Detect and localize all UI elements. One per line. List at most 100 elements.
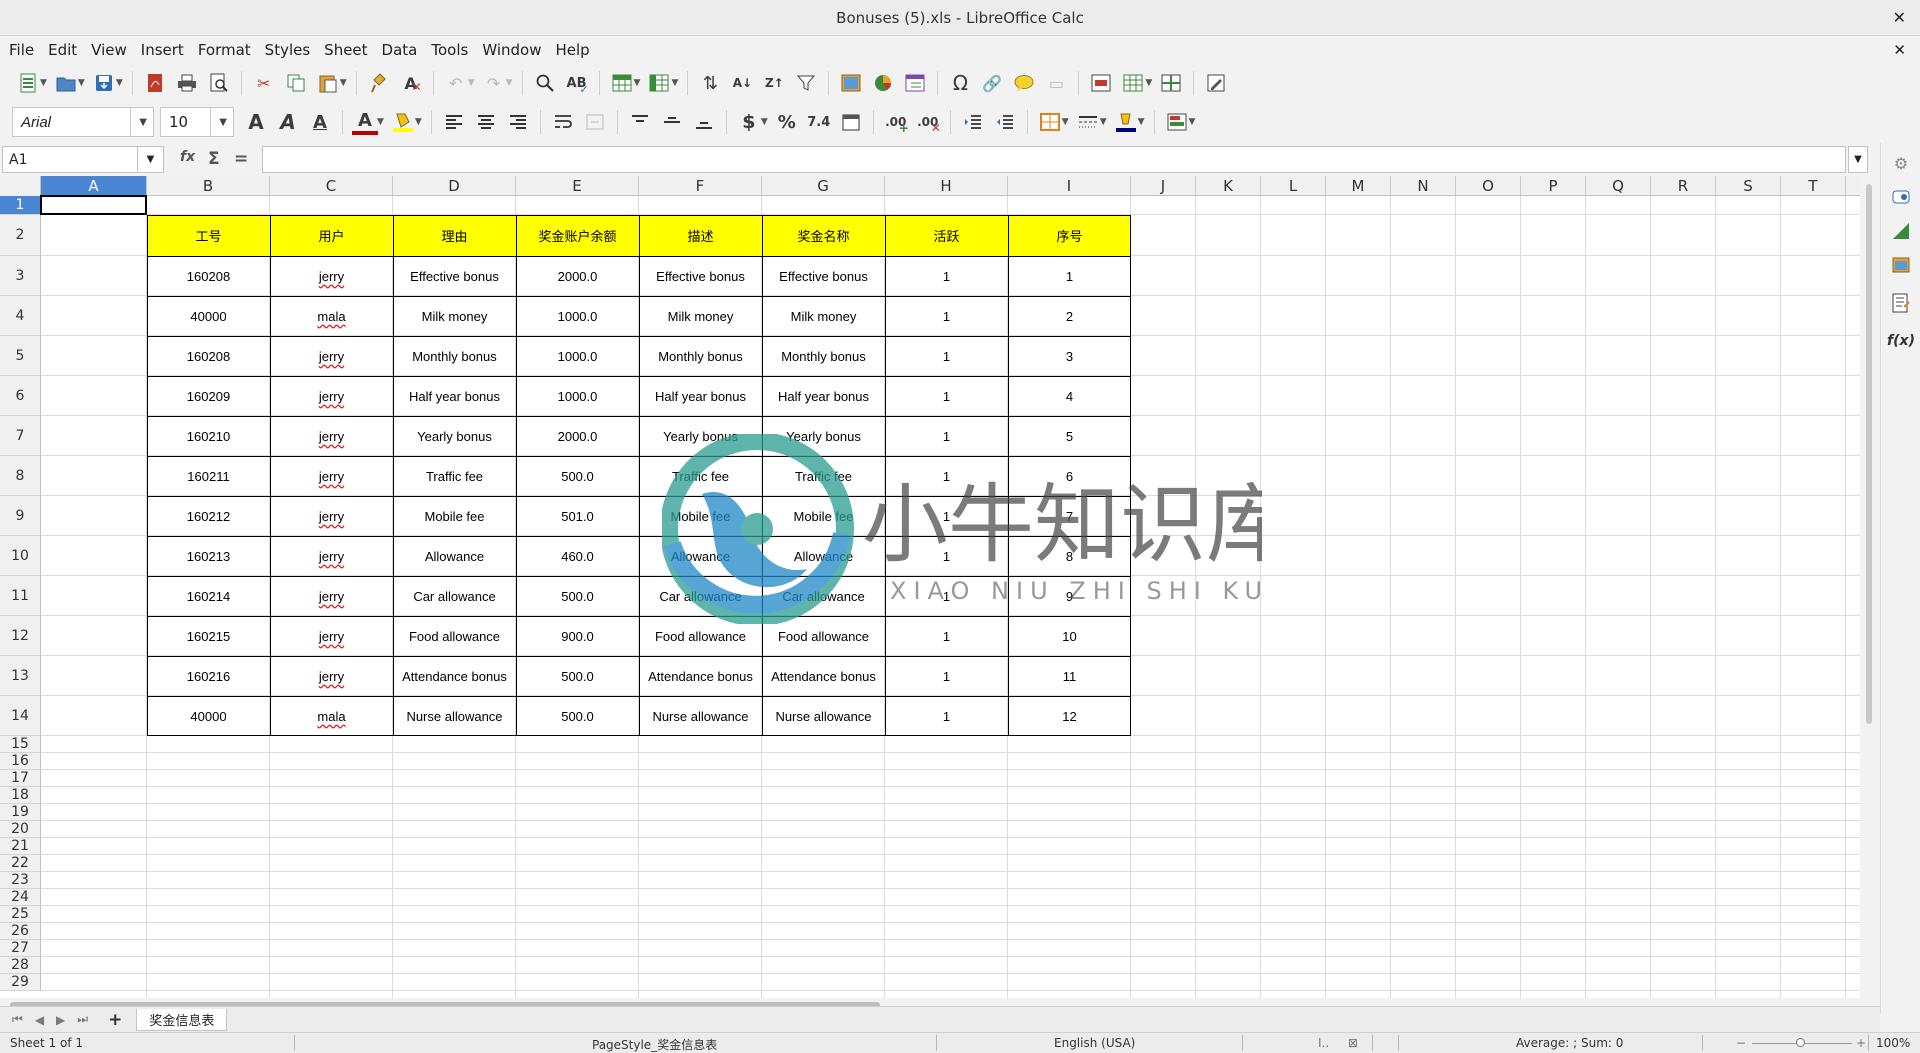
table-cell[interactable]: 500.0 [516, 576, 639, 616]
table-cell[interactable]: Attendance bonus [393, 656, 516, 696]
chevron-down-icon[interactable]: ▼ [1138, 117, 1145, 127]
column-header-c[interactable]: C [270, 176, 393, 196]
row-header-11[interactable]: 11 [0, 576, 41, 616]
table-cell[interactable]: Milk money [639, 296, 762, 336]
table-cell[interactable]: Yearly bonus [762, 416, 885, 456]
table-cell[interactable]: Traffic fee [393, 456, 516, 496]
table-cell[interactable]: Milk money [762, 296, 885, 336]
table-cell[interactable]: 11 [1008, 656, 1131, 696]
table-cell[interactable]: Monthly bonus [393, 336, 516, 376]
align-right-icon[interactable] [505, 109, 531, 135]
table-cell[interactable]: Nurse allowance [762, 696, 885, 736]
table-cell[interactable]: Food allowance [762, 616, 885, 656]
zoom-out-icon[interactable]: − [1736, 1036, 1746, 1050]
table-cell[interactable]: Allowance [762, 536, 885, 576]
row-header-22[interactable]: 22 [0, 855, 41, 872]
table-cell[interactable]: Car allowance [639, 576, 762, 616]
zoom-level[interactable]: 100% [1876, 1036, 1910, 1050]
chevron-down-icon[interactable]: ▼ [210, 108, 227, 136]
table-cell[interactable]: jerry [270, 536, 393, 576]
table-header-cell[interactable]: 工号 [147, 215, 270, 256]
table-cell[interactable]: 500.0 [516, 696, 639, 736]
chevron-down-icon[interactable]: ▼ [78, 78, 85, 88]
selected-cell-a1[interactable] [40, 195, 147, 215]
special-character-icon[interactable]: Ω [947, 70, 973, 96]
row-header-1[interactable]: 1 [0, 196, 41, 215]
chevron-down-icon[interactable]: ▼ [506, 78, 513, 88]
chevron-down-icon[interactable]: ▼ [137, 147, 163, 172]
align-bottom-icon[interactable] [691, 109, 717, 135]
row-header-6[interactable]: 6 [0, 376, 41, 416]
conditional-format-icon[interactable] [1164, 109, 1190, 135]
freeze-rows-columns-icon[interactable] [1120, 70, 1146, 96]
border-style-icon[interactable] [1075, 109, 1101, 135]
row-header-24[interactable]: 24 [0, 889, 41, 906]
table-cell[interactable]: Yearly bonus [393, 416, 516, 456]
column-header-q[interactable]: Q [1586, 176, 1651, 196]
find-replace-icon[interactable] [532, 70, 558, 96]
row-header-29[interactable]: 29 [0, 974, 41, 991]
add-sheet-icon[interactable]: + [108, 1010, 122, 1030]
column-icon[interactable] [646, 70, 672, 96]
table-cell[interactable]: 460.0 [516, 536, 639, 576]
autofilter-icon[interactable] [793, 70, 819, 96]
row-header-15[interactable]: 15 [0, 736, 41, 753]
date-format-icon[interactable] [838, 109, 864, 135]
table-cell[interactable]: Nurse allowance [639, 696, 762, 736]
table-cell[interactable]: 2000.0 [516, 416, 639, 456]
table-cell[interactable]: 1 [885, 616, 1008, 656]
name-box[interactable]: A1 ▼ [2, 146, 164, 173]
table-cell[interactable]: 1 [885, 696, 1008, 736]
sidebar-gallery-icon[interactable] [1889, 253, 1913, 277]
percent-format-icon[interactable]: % [774, 109, 800, 135]
chevron-down-icon[interactable]: ▼ [671, 78, 678, 88]
table-cell[interactable]: 12 [1008, 696, 1131, 736]
sheet-tab[interactable]: 奖金信息表 [136, 1008, 228, 1031]
table-cell[interactable]: Milk money [393, 296, 516, 336]
merge-center-icon[interactable] [582, 109, 608, 135]
table-cell[interactable]: 9 [1008, 576, 1131, 616]
row-header-14[interactable]: 14 [0, 696, 41, 736]
row-header-17[interactable]: 17 [0, 770, 41, 787]
show-draw-functions-icon[interactable] [1203, 70, 1229, 96]
font-name-combo[interactable]: Arial ▼ [12, 107, 154, 137]
row-header-10[interactable]: 10 [0, 536, 41, 576]
column-header-t[interactable]: T [1781, 176, 1846, 196]
column-header-h[interactable]: H [885, 176, 1008, 196]
insert-chart-icon[interactable] [870, 70, 896, 96]
currency-format-icon[interactable]: $ [736, 109, 762, 135]
table-cell[interactable]: Attendance bonus [639, 656, 762, 696]
column-header-j[interactable]: J [1131, 176, 1196, 196]
sum-icon[interactable]: Σ [208, 149, 220, 169]
table-cell[interactable]: 2 [1008, 296, 1131, 336]
vertical-scrollbar[interactable] [1862, 176, 1876, 998]
table-cell[interactable]: Allowance [639, 536, 762, 576]
table-cell[interactable]: 40000 [147, 296, 270, 336]
row-header-23[interactable]: 23 [0, 872, 41, 889]
zoom-slider-handle[interactable] [1796, 1038, 1805, 1047]
table-cell[interactable]: jerry [270, 496, 393, 536]
table-cell[interactable]: 1 [885, 256, 1008, 296]
table-cell[interactable]: 5 [1008, 416, 1131, 456]
row-header-8[interactable]: 8 [0, 456, 41, 496]
sidebar-functions-icon[interactable]: f(x) [1887, 329, 1915, 353]
insert-image-icon[interactable] [838, 70, 864, 96]
table-cell[interactable]: 1 [885, 536, 1008, 576]
column-header-l[interactable]: L [1261, 176, 1326, 196]
pivot-table-icon[interactable] [902, 70, 928, 96]
delete-decimal-place-icon[interactable]: .00 ✕ [915, 109, 941, 135]
table-cell[interactable]: Traffic fee [762, 456, 885, 496]
borders-icon[interactable] [1037, 109, 1063, 135]
clone-formatting-icon[interactable] [366, 70, 392, 96]
sidebar-settings-icon[interactable]: ⚙ [1889, 151, 1913, 175]
table-cell[interactable]: 1 [885, 416, 1008, 456]
table-cell[interactable]: 900.0 [516, 616, 639, 656]
table-cell[interactable]: jerry [270, 616, 393, 656]
table-cell[interactable]: 3 [1008, 336, 1131, 376]
table-cell[interactable]: 8 [1008, 536, 1131, 576]
column-header-i[interactable]: I [1008, 176, 1131, 196]
table-cell[interactable]: 160208 [147, 256, 270, 296]
column-header-b[interactable]: B [147, 176, 270, 196]
column-header-u[interactable]: U [1846, 176, 1860, 196]
sort-icon[interactable]: ⇅ [697, 70, 723, 96]
